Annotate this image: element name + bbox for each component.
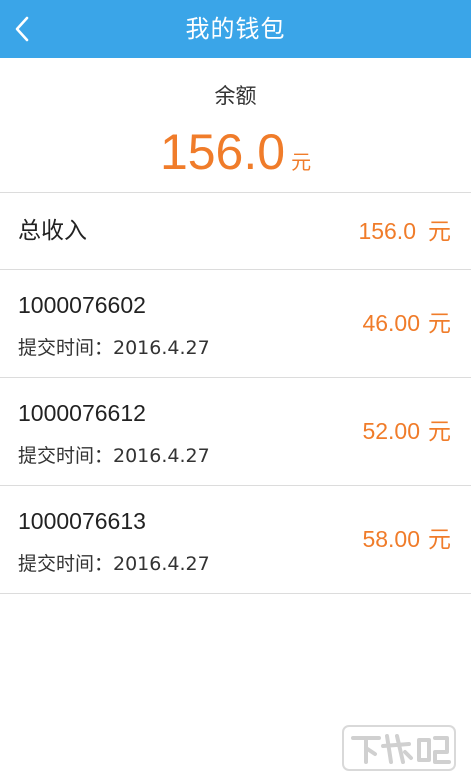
header-bar: 我的钱包 xyxy=(0,0,471,58)
back-button[interactable] xyxy=(0,0,44,58)
record-amount: 58.00 元 xyxy=(362,486,451,593)
balance-unit: 元 xyxy=(291,150,312,174)
record-amount-value: 58.00 xyxy=(362,526,420,552)
record-amount-unit: 元 xyxy=(428,526,451,552)
record-amount-unit: 元 xyxy=(428,310,451,336)
total-income-amount: 156.0 xyxy=(358,218,416,244)
total-income-unit: 元 xyxy=(428,218,451,244)
record-time: 提交时间：2016.4.27 xyxy=(18,553,210,575)
list-item[interactable]: 1000076613 提交时间：2016.4.27 58.00 元 xyxy=(0,486,471,594)
record-amount-unit: 元 xyxy=(428,418,451,444)
balance-amount-group: 156.0 元 xyxy=(0,122,471,182)
chevron-left-icon xyxy=(14,16,30,42)
record-amount-value: 46.00 xyxy=(362,310,420,336)
total-income-label: 总收入 xyxy=(18,218,87,244)
record-id: 1000076613 xyxy=(18,508,146,534)
record-amount-value: 52.00 xyxy=(362,418,420,444)
balance-amount: 156.0 xyxy=(159,124,286,180)
record-id: 1000076612 xyxy=(18,400,146,426)
total-income-value: 156.0 元 xyxy=(358,193,451,269)
record-amount: 46.00 元 xyxy=(362,270,451,377)
list-item[interactable]: 1000076612 提交时间：2016.4.27 52.00 元 xyxy=(0,378,471,486)
list-item[interactable]: 1000076602 提交时间：2016.4.27 46.00 元 xyxy=(0,270,471,378)
balance-label: 余额 xyxy=(214,84,257,108)
watermark-logo xyxy=(339,718,459,778)
record-time: 提交时间：2016.4.27 xyxy=(18,337,210,359)
balance-section: 余额 156.0 元 xyxy=(0,58,471,193)
record-amount: 52.00 元 xyxy=(362,378,451,485)
page-title: 我的钱包 xyxy=(185,15,286,43)
record-id: 1000076602 xyxy=(18,292,146,318)
total-income-row: 总收入 156.0 元 xyxy=(0,193,471,270)
record-time: 提交时间：2016.4.27 xyxy=(18,445,210,467)
wallet-screen: 我的钱包 余额 156.0 元 总收入 156.0 元 1000076602 提交时… xyxy=(0,0,471,784)
income-record-list: 1000076602 提交时间：2016.4.27 46.00 元 1000076… xyxy=(0,270,471,594)
